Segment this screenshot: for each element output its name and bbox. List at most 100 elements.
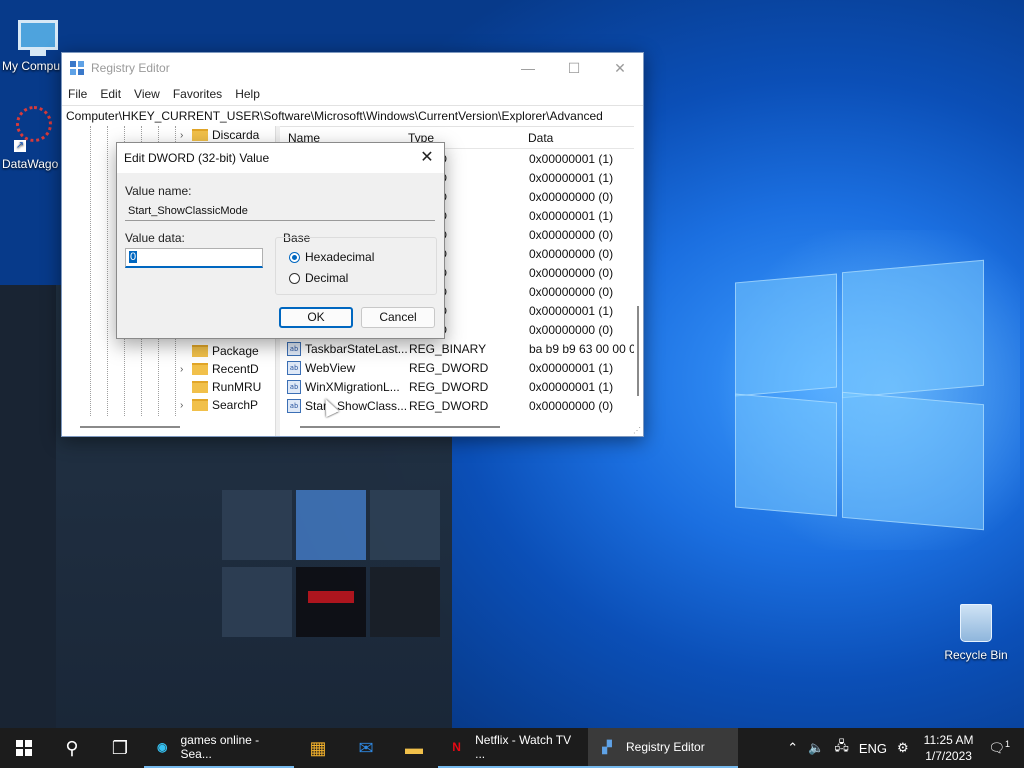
chevron-right-icon[interactable]: › bbox=[180, 364, 192, 375]
recycle-bin-desktop-icon[interactable]: Recycle Bin bbox=[944, 600, 1008, 662]
netflix-icon: N bbox=[452, 740, 461, 754]
row-data: 0x00000001 (1) bbox=[529, 304, 614, 318]
row-type: REG_DWORD bbox=[409, 361, 489, 375]
menu-view[interactable]: View bbox=[134, 87, 160, 101]
vertical-scrollbar[interactable] bbox=[634, 126, 643, 416]
folder-icon bbox=[192, 381, 208, 393]
row-data: 0x00000001 (1) bbox=[529, 171, 614, 185]
radio-selected-icon bbox=[289, 251, 300, 263]
decimal-radio[interactable]: Decimal bbox=[289, 271, 348, 285]
settings-gear-icon[interactable]: ⚙ bbox=[897, 740, 909, 756]
scroll-thumb[interactable] bbox=[637, 306, 639, 396]
clock-time: 11:25 AM bbox=[923, 733, 974, 747]
start-tile bbox=[222, 567, 292, 637]
table-row[interactable]: ab WebView REG_DWORD 0x00000001 (1) bbox=[281, 359, 634, 378]
row-type: REG_DWORD bbox=[409, 380, 489, 394]
windows-logo-pane bbox=[735, 393, 837, 517]
start-tile bbox=[222, 490, 292, 560]
datawagon-desktop-icon[interactable]: ↗ DataWago bbox=[0, 100, 62, 172]
taskbar-mail[interactable]: ✉ bbox=[342, 728, 390, 768]
taskbar-app-label: Registry Editor bbox=[626, 740, 705, 754]
windows-start-icon bbox=[16, 740, 32, 756]
folder-icon: ▬ bbox=[405, 737, 423, 758]
tree-horizontal-scrollbar[interactable] bbox=[80, 426, 180, 428]
column-header-data[interactable]: Data bbox=[528, 131, 553, 145]
network-icon[interactable]: 🖧 bbox=[834, 737, 849, 759]
value-data-field[interactable]: 0 bbox=[125, 248, 263, 268]
chevron-right-icon[interactable]: › bbox=[180, 130, 192, 141]
cancel-button[interactable]: Cancel bbox=[361, 307, 435, 328]
search-button[interactable]: ⚲ bbox=[48, 728, 96, 768]
menu-edit[interactable]: Edit bbox=[100, 87, 121, 101]
chevron-right-icon[interactable]: › bbox=[180, 400, 192, 411]
address-bar[interactable]: Computer\HKEY_CURRENT_USER\Software\Micr… bbox=[62, 105, 643, 127]
folder-icon bbox=[192, 399, 208, 411]
regedit-icon bbox=[70, 61, 84, 75]
row-name: WebView bbox=[305, 361, 356, 375]
menu-bar: File Edit View Favorites Help bbox=[62, 83, 643, 105]
title-bar[interactable]: Registry Editor — ☐ ✕ bbox=[62, 53, 643, 83]
clock[interactable]: 11:25 AM 1/7/2023 bbox=[924, 732, 974, 764]
table-row[interactable]: ab TaskbarStateLast... REG_BINARY ba b9 b9 … bbox=[281, 340, 634, 359]
registry-value-icon: ab bbox=[287, 361, 301, 375]
taskbar-store[interactable]: ▦ bbox=[294, 728, 342, 768]
tree-item-label: Discarda bbox=[212, 128, 260, 142]
menu-help[interactable]: Help bbox=[235, 87, 260, 101]
taskbar-file-explorer[interactable]: ▬ bbox=[390, 728, 438, 768]
tree-item[interactable]: Package bbox=[180, 342, 259, 360]
tree-item[interactable]: › SearchP bbox=[180, 396, 258, 414]
registry-value-icon: ab bbox=[287, 380, 301, 394]
task-view-button[interactable]: ❐ bbox=[96, 728, 144, 768]
notification-center-icon[interactable]: 🗨1 bbox=[988, 739, 1010, 756]
menu-favorites[interactable]: Favorites bbox=[173, 87, 222, 101]
resize-grip[interactable]: ⋰ bbox=[633, 426, 641, 435]
row-data: 0x00000000 (0) bbox=[529, 247, 614, 261]
mail-icon: ✉ bbox=[358, 737, 374, 758]
menu-file[interactable]: File bbox=[68, 87, 87, 101]
table-row[interactable]: ab WinXMigrationL... REG_DWORD 0x00000001 (… bbox=[281, 378, 634, 397]
hexadecimal-label: Hexadecimal bbox=[305, 250, 375, 264]
start-menu-rail bbox=[0, 285, 56, 728]
folder-icon bbox=[192, 345, 208, 357]
row-data: 0x00000001 (1) bbox=[529, 209, 614, 223]
chevron-up-icon[interactable]: ⌃ bbox=[787, 740, 798, 756]
recycle-bin-icon bbox=[960, 604, 992, 642]
row-data: 0x00000001 (1) bbox=[529, 152, 614, 166]
taskbar-app-netflix[interactable]: N Netflix - Watch TV ... bbox=[438, 728, 588, 768]
row-data: ba b9 b9 63 00 00 0 bbox=[529, 342, 634, 356]
tree-item-label: Package bbox=[212, 344, 259, 358]
taskbar-app-edge[interactable]: ◉ games online - Sea... bbox=[144, 728, 294, 768]
task-view-icon: ❐ bbox=[111, 737, 129, 758]
minimize-button[interactable]: — bbox=[505, 53, 551, 83]
taskbar-app-registry-editor[interactable]: ▞ Registry Editor bbox=[588, 728, 738, 768]
taskbar: ⚲ ❐ ◉ games online - Sea... ▦ ✉ ▬ N Netf… bbox=[0, 728, 1024, 768]
dialog-close-button[interactable]: ✕ bbox=[416, 147, 438, 169]
row-name: WinXMigrationL... bbox=[305, 380, 400, 394]
value-name-field[interactable] bbox=[125, 202, 435, 221]
tree-item-label: RecentD bbox=[212, 362, 259, 376]
ok-button[interactable]: OK bbox=[279, 307, 353, 328]
close-button[interactable]: ✕ bbox=[597, 53, 643, 83]
start-tile bbox=[296, 490, 366, 560]
notification-count: 1 bbox=[1004, 739, 1010, 750]
tree-item[interactable]: RunMRU bbox=[180, 378, 261, 396]
row-data: 0x00000000 (0) bbox=[529, 399, 614, 413]
start-button[interactable] bbox=[0, 728, 48, 768]
volume-icon[interactable]: 🔈 bbox=[808, 740, 824, 756]
registry-value-icon: ab bbox=[287, 399, 301, 413]
language-indicator[interactable]: ENG bbox=[859, 741, 887, 756]
monitor-icon bbox=[18, 20, 58, 50]
tree-item-label: SearchP bbox=[212, 398, 259, 412]
hexadecimal-radio[interactable]: Hexadecimal bbox=[289, 250, 374, 264]
folder-icon bbox=[192, 129, 208, 141]
dialog-title-bar[interactable]: Edit DWORD (32-bit) Value ✕ bbox=[117, 143, 444, 173]
windows-logo-pane bbox=[842, 391, 984, 531]
tree-item[interactable]: › RecentD bbox=[180, 360, 259, 378]
registry-value-icon: ab bbox=[287, 342, 301, 356]
edit-dword-dialog: Edit DWORD (32-bit) Value ✕ Value name: … bbox=[116, 142, 445, 339]
maximize-button[interactable]: ☐ bbox=[551, 53, 597, 83]
row-name: TaskbarStateLast... bbox=[305, 342, 408, 356]
gear-icon bbox=[16, 106, 52, 142]
list-horizontal-scrollbar[interactable] bbox=[300, 426, 500, 428]
row-data: 0x00000000 (0) bbox=[529, 285, 614, 299]
